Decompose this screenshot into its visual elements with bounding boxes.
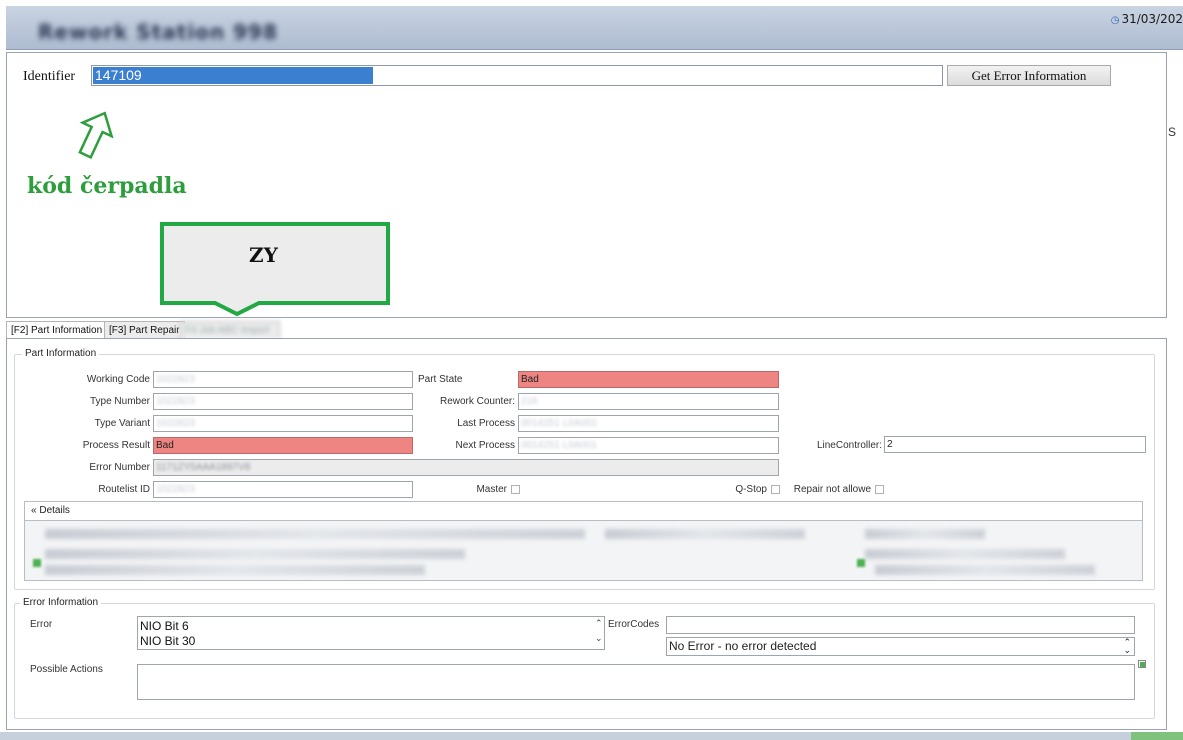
error-item: NIO Bit 30 <box>140 634 196 648</box>
details-row <box>605 529 805 539</box>
type-number-label: Type Number <box>89 396 150 407</box>
working-code-label: Working Code <box>86 374 150 385</box>
type-variant-label: Type Variant <box>94 418 150 429</box>
working-code-value: 1022823 <box>156 374 195 385</box>
error-number-field[interactable]: 1171ZY5AAA1897V8 <box>153 459 779 476</box>
possible-actions-label: Possible Actions <box>30 664 103 675</box>
repair-not-allowed-row: Repair not allowe <box>786 484 884 495</box>
details-row <box>875 565 1095 575</box>
process-result-field[interactable]: Bad <box>153 437 413 454</box>
master-label: Master <box>476 484 507 495</box>
rework-counter-label: Rework Counter: <box>439 396 515 407</box>
next-process-value: 0014251 L0A001 <box>521 440 598 451</box>
scroll-down-icon[interactable]: ⌄ <box>595 633 603 644</box>
scroll-up-icon[interactable]: ⌃ <box>595 618 603 629</box>
annotation-caption: kód čerpadla <box>27 173 187 199</box>
part-information-title: Part Information <box>22 348 100 359</box>
station-title: Rework Station 998 <box>38 20 278 44</box>
next-process-label: Next Process <box>455 440 515 451</box>
side-edge-text: S <box>1168 125 1177 139</box>
repair-not-allowed-checkbox[interactable] <box>875 484 884 494</box>
part-state-label: Part State <box>418 374 463 385</box>
last-process-value: 0014251 L0A001 <box>521 418 598 429</box>
possible-actions-field[interactable] <box>137 664 1135 700</box>
process-result-label: Process Result <box>82 440 150 451</box>
error-number-label: Error Number <box>89 462 150 473</box>
type-number-field[interactable]: 1022823 <box>153 393 413 410</box>
status-badge <box>1131 732 1183 740</box>
error-label: Error <box>30 619 53 630</box>
rework-counter-field[interactable]: 216 <box>518 393 779 410</box>
no-error-value: No Error - no error detected <box>669 639 817 653</box>
working-code-field[interactable]: 1022823 <box>153 371 413 388</box>
type-number-value: 1022823 <box>156 396 195 407</box>
title-bar: Rework Station 998 ◷ 31/03/202 <box>6 6 1183 50</box>
qstop-checkbox[interactable] <box>771 484 780 494</box>
routelist-id-label: Routelist ID <box>98 484 150 495</box>
details-row <box>865 549 1065 559</box>
tab-part-repair[interactable]: [F3] Part Repair <box>104 321 185 339</box>
part-state-field[interactable]: Bad <box>518 371 779 388</box>
get-error-information-button[interactable]: Get Error Information <box>947 65 1111 86</box>
rework-counter-value: 216 <box>521 396 538 407</box>
error-codes-field[interactable] <box>666 616 1135 634</box>
details-row <box>865 529 985 539</box>
line-controller-field[interactable]: 2 <box>884 436 1146 453</box>
status-dot-icon <box>33 559 41 567</box>
tab-third[interactable]: F4 Job ABC Import <box>180 321 280 339</box>
add-icon-fill <box>1140 662 1145 667</box>
error-number-value: 1171ZY5AAA1897V8 <box>156 462 251 473</box>
clock-icon: ◷ <box>1110 15 1120 26</box>
identifier-input[interactable]: 147109 <box>91 65 943 86</box>
identifier-value: 147109 <box>95 67 142 83</box>
next-process-field[interactable]: 0014251 L0A001 <box>518 437 779 454</box>
details-grid <box>24 521 1143 581</box>
details-label: Details <box>39 505 70 516</box>
spinner-arrows-icon[interactable]: ⌃ ⌄ <box>1123 638 1131 655</box>
details-row <box>45 549 465 559</box>
collapse-chevron-icon: « <box>31 505 37 516</box>
master-checkbox[interactable] <box>511 484 520 494</box>
callout-box <box>160 222 390 317</box>
add-icon[interactable] <box>1138 660 1146 668</box>
details-row <box>45 529 585 539</box>
no-error-select[interactable]: No Error - no error detected ⌃ ⌄ <box>666 637 1135 656</box>
details-expander[interactable]: « Details <box>24 501 1143 521</box>
repair-not-allowed-label: Repair not allowe <box>793 484 871 495</box>
status-bar <box>0 732 1183 740</box>
type-variant-value: 1022823 <box>156 418 195 429</box>
error-list[interactable]: NIO Bit 6 NIO Bit 30 <box>137 616 605 650</box>
error-codes-label: ErrorCodes <box>608 619 660 630</box>
type-variant-field[interactable]: 1022823 <box>153 415 413 432</box>
identifier-panel: Identifier 147109 Get Error Information … <box>6 52 1167 318</box>
error-item: NIO Bit 6 <box>140 619 189 633</box>
error-information-title: Error Information <box>20 597 102 608</box>
callout-text: ZY <box>249 243 278 267</box>
app-window: Rework Station 998 ◷ 31/03/202 Identifier… <box>0 0 1183 740</box>
qstop-label: Q-Stop <box>735 484 767 495</box>
last-process-label: Last Process <box>457 418 515 429</box>
status-dot-icon <box>857 559 865 567</box>
routelist-id-field[interactable]: 1022823 <box>153 481 413 498</box>
master-checkbox-row: Master <box>460 484 520 495</box>
details-row <box>45 565 425 575</box>
identifier-label: Identifier <box>23 69 76 84</box>
date-text: 31/03/202 <box>1121 12 1183 26</box>
line-controller-label: LineController: <box>816 440 882 451</box>
qstop-checkbox-row: Q-Stop <box>700 484 780 495</box>
last-process-field[interactable]: 0014251 L0A001 <box>518 415 779 432</box>
up-arrow-annotation-icon <box>78 111 114 159</box>
routelist-id-value: 1022823 <box>156 484 195 495</box>
date-display: ◷ 31/03/202 <box>1111 12 1183 26</box>
